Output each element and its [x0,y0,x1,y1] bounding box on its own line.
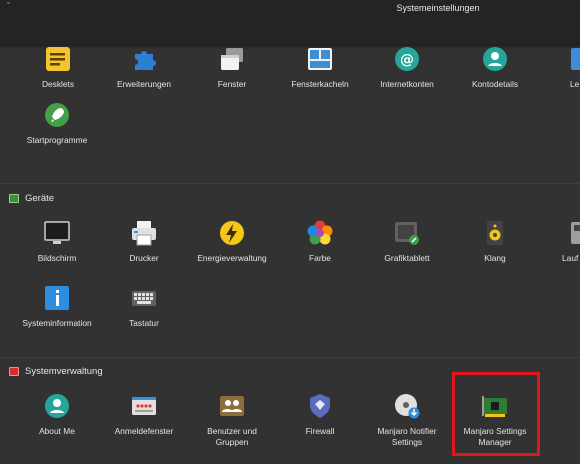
bildschirm-label: Bildschirm [37,253,77,263]
drive-icon [571,220,580,246]
farbe-label: Farbe [309,253,331,263]
lightning-icon [219,220,245,246]
benutzer-gruppen-label-line2: Gruppen [215,436,249,447]
highlight-box [452,372,540,456]
benutzer-gruppen-item[interactable]: Benutzer und Gruppen [195,393,269,447]
account-icon [482,46,508,72]
manjaro-notifier-label: Manjaro Notifier Settings [370,426,444,447]
energieverwaltung-item[interactable]: Energieverwaltung [195,220,269,264]
monitor-icon [44,220,70,246]
klang-item[interactable]: Klang [458,220,532,264]
grafiktablett-label: Grafiktablett [384,253,430,263]
anmeldefenster-item[interactable]: Anmeldefenster [107,393,181,437]
at-icon: @ [394,46,420,72]
info-icon [44,285,70,311]
fenster-item[interactable]: Fenster [195,46,269,90]
klang-label: Klang [484,253,506,263]
section-systemverwaltung-title: Systemverwaltung [25,366,103,377]
tastatur-item[interactable]: Tastatur [107,285,181,329]
fensterkacheln-label: Fensterkacheln [291,79,349,89]
divider [0,183,580,184]
manjaro-notifier-label-line2: Settings [391,436,423,447]
printer-icon [131,220,157,246]
fensterkacheln-item[interactable]: Fensterkacheln [283,46,357,90]
section-geraete-title: Geräte [25,193,55,204]
anmeldefenster-label: Anmeldefenster [114,426,174,436]
kontodetails-item[interactable]: Kontodetails [458,46,532,90]
bildschirm-item[interactable]: Bildschirm [20,220,94,264]
desklets-icon [45,46,71,72]
tiles-icon [307,46,333,72]
section-geraete-header: Geräte [9,193,54,204]
rocket-icon [44,102,70,128]
erweiterungen-item[interactable]: Erweiterungen [107,46,181,90]
cut-off-icon [571,46,580,72]
firewall-item[interactable]: Firewall [283,393,357,437]
startprogramme-item[interactable]: Startprogramme [20,102,94,146]
benutzer-gruppen-label: Benutzer und Gruppen [195,426,269,447]
manjaro-notifier-item[interactable]: Manjaro Notifier Settings [370,393,444,447]
devices-section-icon [9,194,19,203]
login-window-icon [131,393,157,419]
administration-section-icon [9,367,19,376]
internetkonten-item[interactable]: @ Internetkonten [370,46,444,90]
kontodetails-label: Kontodetails [471,79,519,89]
color-petals-icon [307,220,333,246]
grafiktablett-item[interactable]: Grafiktablett [370,220,444,264]
manjaro-notifier-label-line1: Manjaro Notifier [377,426,437,436]
tastatur-label: Tastatur [129,318,159,328]
desklets-item[interactable]: Desklets [21,46,95,90]
systeminformation-label: Systeminformation [22,318,92,328]
energieverwaltung-label: Energieverwaltung [197,253,267,263]
about-me-label: About Me [39,426,75,436]
windows-icon [219,46,245,72]
users-icon [219,393,245,419]
disc-download-icon [394,393,420,419]
shield-icon [307,393,333,419]
startprogramme-label: Startprogramme [26,135,88,145]
divider [0,357,580,358]
firewall-label: Firewall [305,426,335,436]
svg-text:@: @ [400,52,414,68]
farbe-item[interactable]: Farbe [283,220,357,264]
tablet-icon [394,220,420,246]
window-titlebar: ˇ Systemeinstellungen [0,0,580,44]
lauf-item[interactable]: Lauf [545,220,580,264]
about-me-item[interactable]: About Me [20,393,94,437]
cut-off-label: Le [570,79,580,89]
cut-off-item[interactable]: Le [545,46,580,90]
benutzer-gruppen-label-line1: Benutzer und [207,426,257,436]
internetkonten-label: Internetkonten [380,79,434,89]
drucker-label: Drucker [129,253,159,263]
systeminformation-item[interactable]: Systeminformation [20,285,94,329]
lauf-label: Lauf [562,253,579,263]
drucker-item[interactable]: Drucker [107,220,181,264]
desklets-label: Desklets [41,79,75,89]
speaker-icon [482,220,508,246]
fenster-label: Fenster [217,79,247,89]
about-me-icon [44,393,70,419]
keyboard-icon [131,285,157,311]
section-systemverwaltung-header: Systemverwaltung [9,366,103,377]
puzzle-icon [131,46,157,72]
window-title: Systemeinstellungen [396,3,480,13]
erweiterungen-label: Erweiterungen [116,79,171,89]
